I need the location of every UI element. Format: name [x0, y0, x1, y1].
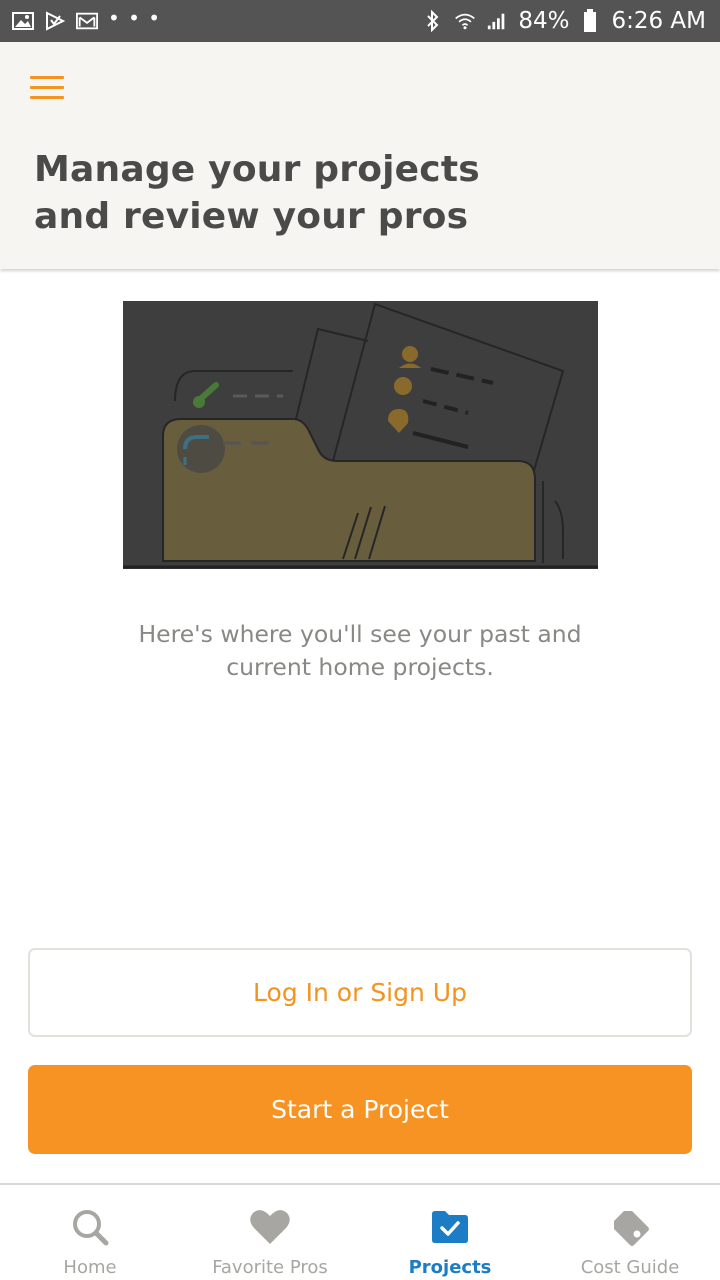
signal-icon	[486, 11, 508, 31]
status-bar: • • • 84% 6:26 AM	[0, 0, 720, 42]
wifi-icon	[454, 11, 476, 31]
status-left: • • •	[12, 6, 162, 31]
empty-state-line-2: current home projects.	[226, 653, 494, 681]
heart-icon	[248, 1205, 292, 1249]
more-notifications-icon: • • •	[108, 6, 162, 30]
nav-label-cost-guide: Cost Guide	[580, 1257, 680, 1278]
page-title-line-1: Manage your projects	[34, 149, 480, 190]
gmail-icon	[76, 11, 98, 31]
start-project-label: Start a Project	[271, 1095, 449, 1124]
bluetooth-icon	[422, 10, 444, 32]
play-store-icon	[44, 11, 66, 31]
nav-item-cost-guide[interactable]: Cost Guide	[540, 1185, 720, 1280]
nav-item-projects[interactable]: Projects	[360, 1185, 540, 1280]
clock: 6:26 AM	[611, 8, 706, 34]
nav-item-home[interactable]: Home	[0, 1185, 180, 1280]
bottom-navigation: Home Favorite Pros Projects Cost Guide	[0, 1183, 720, 1280]
projects-folder-illustration	[123, 301, 598, 569]
app-header: Manage your projects and review your pro…	[0, 42, 720, 269]
hamburger-menu-icon[interactable]	[30, 76, 68, 106]
battery-icon	[579, 9, 601, 32]
nav-label-favorite-pros: Favorite Pros	[212, 1257, 328, 1278]
empty-state-line-1: Here's where you'll see your past and	[138, 620, 582, 648]
start-project-button[interactable]: Start a Project	[28, 1065, 692, 1154]
battery-percentage: 84%	[518, 8, 570, 34]
page-title: Manage your projects and review your pro…	[34, 146, 634, 240]
status-right: 84% 6:26 AM	[422, 8, 706, 34]
empty-state-message: Here's where you'll see your past and cu…	[60, 618, 660, 684]
image-icon	[12, 11, 34, 31]
login-signup-label: Log In or Sign Up	[253, 978, 467, 1007]
folder-check-icon	[428, 1205, 472, 1249]
search-icon	[68, 1205, 112, 1249]
nav-label-projects: Projects	[408, 1257, 492, 1278]
nav-label-home: Home	[63, 1257, 117, 1278]
login-signup-button[interactable]: Log In or Sign Up	[28, 948, 692, 1037]
price-tag-icon	[608, 1205, 652, 1249]
page-title-line-2: and review your pros	[34, 196, 469, 237]
nav-item-favorite-pros[interactable]: Favorite Pros	[180, 1185, 360, 1280]
